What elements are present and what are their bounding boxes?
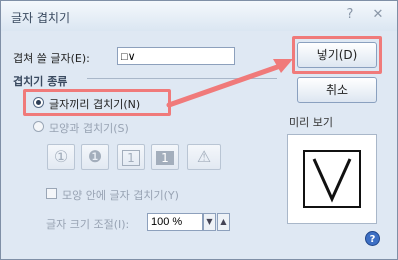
annotation-arrow (166, 59, 293, 108)
overlap-characters-dialog: 글자 겹치기 ? ✕ 겹쳐 쓸 글자(E): 겹치기 종류 글자끼리 겹치기(N… (0, 0, 398, 260)
